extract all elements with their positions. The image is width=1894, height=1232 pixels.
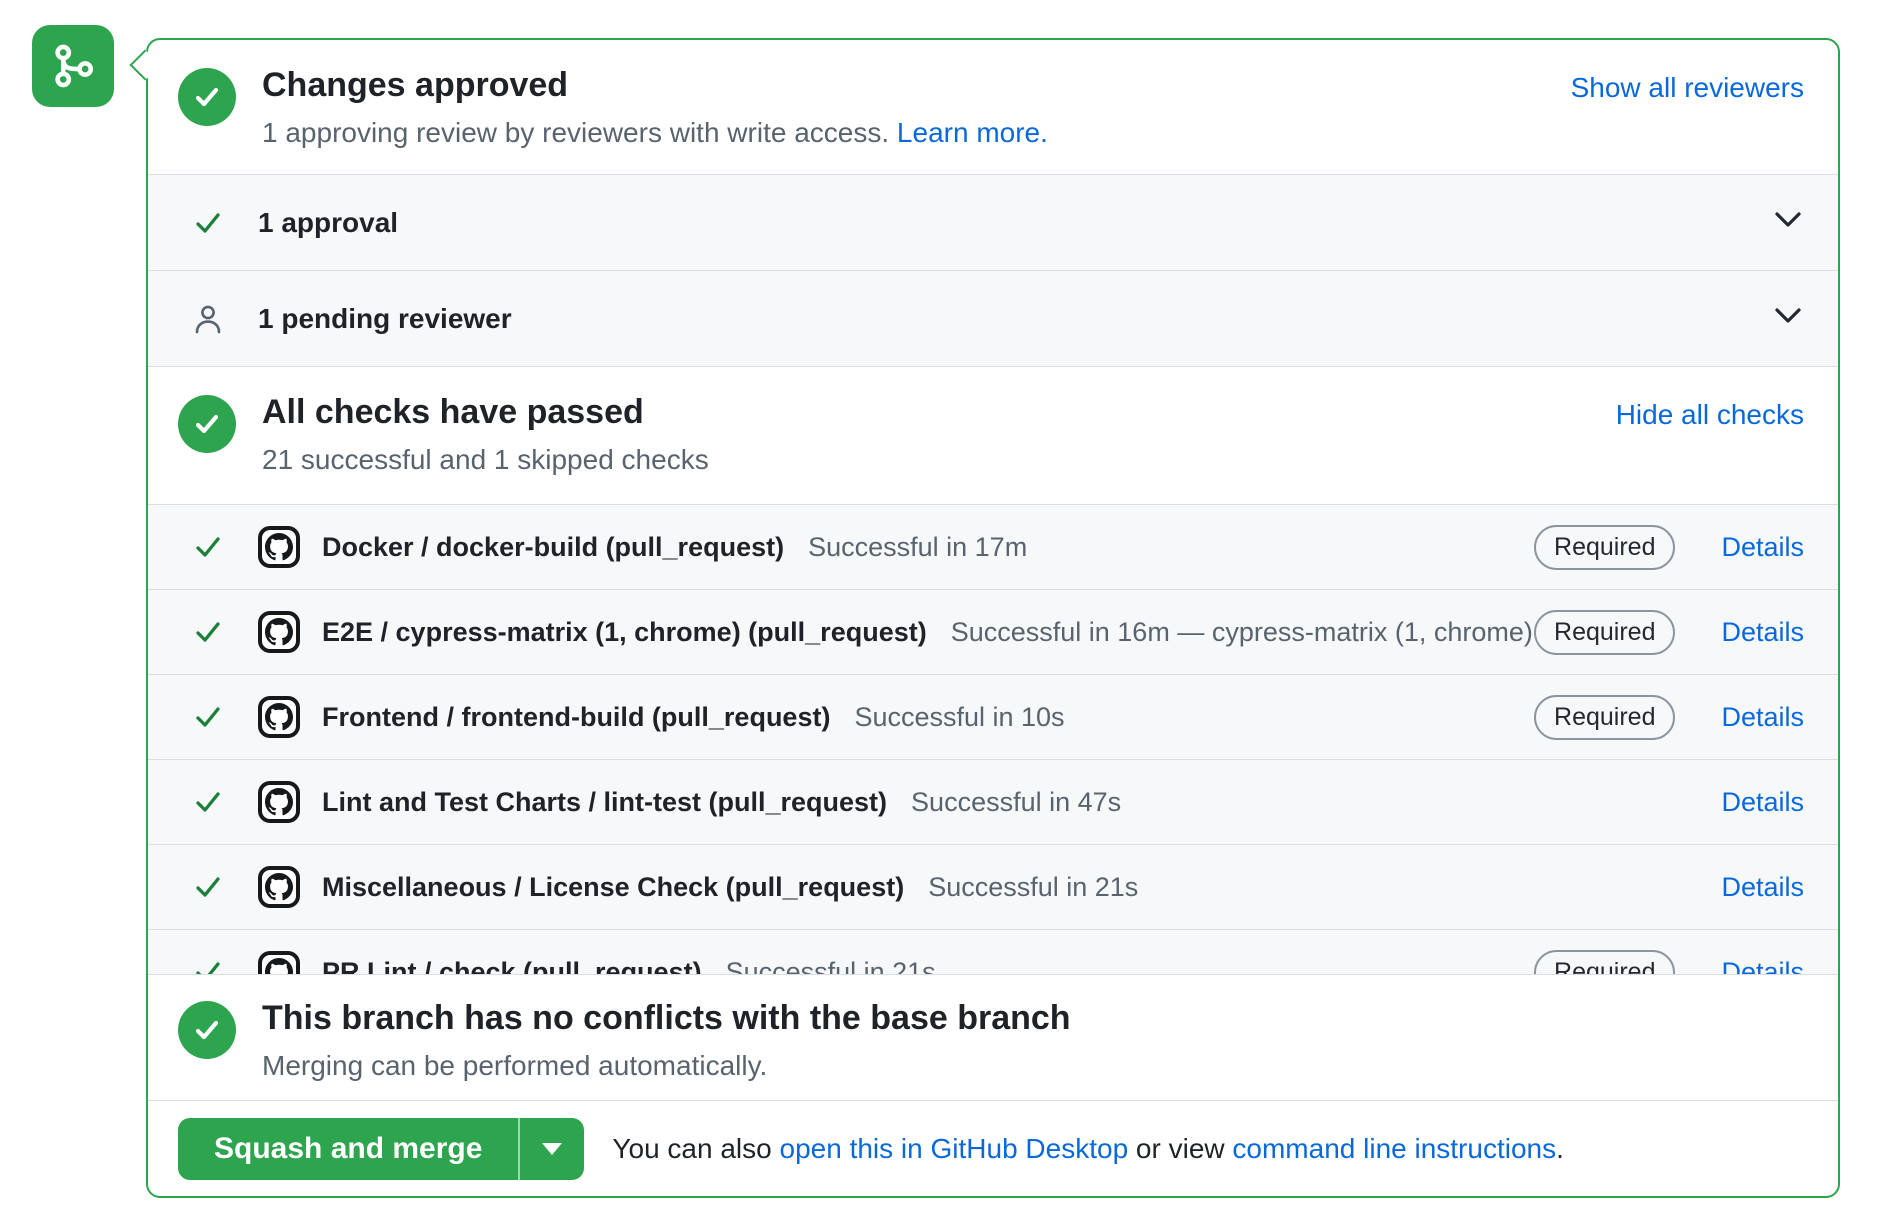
check-details-link[interactable]: Details — [1721, 957, 1804, 975]
check-icon — [192, 208, 224, 238]
required-badge: Required — [1534, 525, 1675, 570]
check-success-icon — [192, 787, 224, 817]
check-success-icon — [192, 617, 224, 647]
github-actions-avatar-icon — [258, 611, 300, 653]
check-details-link[interactable]: Details — [1721, 702, 1804, 733]
check-details-link[interactable]: Details — [1721, 532, 1804, 563]
check-row: Docker / docker-build (pull_request) Suc… — [148, 505, 1838, 590]
check-row: Frontend / frontend-build (pull_request)… — [148, 675, 1838, 760]
checks-status-subtitle: 21 successful and 1 skipped checks — [262, 442, 709, 478]
conflict-status-text: This branch has no conflicts with the ba… — [262, 997, 1071, 1084]
alternative-merge-text: You can also open this in GitHub Desktop… — [612, 1133, 1563, 1165]
required-badge: Required — [1534, 950, 1675, 975]
checks-status-text: All checks have passed 21 successful and… — [262, 391, 709, 478]
check-success-icon — [192, 702, 224, 732]
merge-actions-section: Squash and merge You can also open this … — [148, 1100, 1838, 1196]
check-name: Miscellaneous / License Check (pull_requ… — [322, 872, 904, 903]
git-branch-icon — [32, 25, 114, 107]
conflict-status-subtitle: Merging can be performed automatically. — [262, 1048, 1071, 1084]
command-line-instructions-link[interactable]: command line instructions — [1232, 1133, 1556, 1164]
pr-merge-box: Changes approved 1 approving review by r… — [146, 38, 1840, 1198]
check-status: Successful in 10s — [854, 702, 1064, 733]
review-status-section: Changes approved 1 approving review by r… — [148, 40, 1838, 174]
caret-down-icon — [542, 1143, 562, 1155]
check-status: Successful in 17m — [808, 532, 1027, 563]
github-actions-avatar-icon — [258, 781, 300, 823]
check-row: Miscellaneous / License Check (pull_requ… — [148, 845, 1838, 930]
check-success-icon — [192, 957, 224, 974]
github-actions-avatar-icon — [258, 526, 300, 568]
review-status-description: 1 approving review by reviewers with wri… — [262, 115, 1048, 151]
check-name: Frontend / frontend-build (pull_request) — [322, 702, 830, 733]
check-row: E2E / cypress-matrix (1, chrome) (pull_r… — [148, 590, 1838, 675]
checks-passed-circle-icon — [178, 395, 236, 453]
check-status: Successful in 21s — [928, 872, 1138, 903]
approved-check-circle-icon — [178, 68, 236, 126]
check-status: Successful in 16m — cypress-matrix (1, c… — [951, 617, 1533, 648]
check-details-link[interactable]: Details — [1721, 787, 1804, 818]
pending-reviewer-collapse-row[interactable]: 1 pending reviewer — [148, 270, 1838, 366]
chevron-down-icon[interactable] — [1774, 307, 1802, 330]
learn-more-link[interactable]: Learn more. — [897, 117, 1048, 148]
check-name: Lint and Test Charts / lint-test (pull_r… — [322, 787, 887, 818]
hide-all-checks-link[interactable]: Hide all checks — [1616, 399, 1804, 431]
merge-options-dropdown-button[interactable] — [518, 1118, 584, 1180]
no-conflicts-circle-icon — [178, 1001, 236, 1059]
check-name: PR Lint / check (pull_request) — [322, 957, 702, 975]
person-icon — [192, 302, 224, 336]
required-badge: Required — [1534, 695, 1675, 740]
required-badge: Required — [1534, 610, 1675, 655]
check-details-link[interactable]: Details — [1721, 872, 1804, 903]
check-name: Docker / docker-build (pull_request) — [322, 532, 784, 563]
conflict-status-section: This branch has no conflicts with the ba… — [148, 974, 1838, 1100]
check-success-icon — [192, 532, 224, 562]
github-actions-avatar-icon — [258, 866, 300, 908]
squash-and-merge-button[interactable]: Squash and merge — [178, 1118, 518, 1180]
check-details-link[interactable]: Details — [1721, 617, 1804, 648]
check-row: Lint and Test Charts / lint-test (pull_r… — [148, 760, 1838, 845]
check-success-icon — [192, 872, 224, 902]
review-status-text: Changes approved 1 approving review by r… — [262, 64, 1048, 151]
approval-collapse-row[interactable]: 1 approval — [148, 174, 1838, 270]
conflict-status-title: This branch has no conflicts with the ba… — [262, 997, 1071, 1040]
checks-list[interactable]: Docker / docker-build (pull_request) Suc… — [148, 504, 1838, 974]
pending-reviewer-row-label: 1 pending reviewer — [258, 303, 512, 335]
chevron-down-icon[interactable] — [1774, 211, 1802, 234]
check-status: Successful in 47s — [911, 787, 1121, 818]
github-actions-avatar-icon — [258, 696, 300, 738]
approval-row-label: 1 approval — [258, 207, 398, 239]
check-row: PR Lint / check (pull_request) Successfu… — [148, 930, 1838, 974]
checks-status-section: All checks have passed 21 successful and… — [148, 366, 1838, 504]
github-actions-avatar-icon — [258, 951, 300, 974]
checks-status-title: All checks have passed — [262, 391, 709, 434]
show-all-reviewers-link[interactable]: Show all reviewers — [1571, 72, 1804, 104]
check-status: Successful in 21s — [726, 957, 936, 975]
github-desktop-link[interactable]: open this in GitHub Desktop — [780, 1133, 1129, 1164]
check-name: E2E / cypress-matrix (1, chrome) (pull_r… — [322, 617, 927, 648]
review-status-title: Changes approved — [262, 64, 1048, 107]
